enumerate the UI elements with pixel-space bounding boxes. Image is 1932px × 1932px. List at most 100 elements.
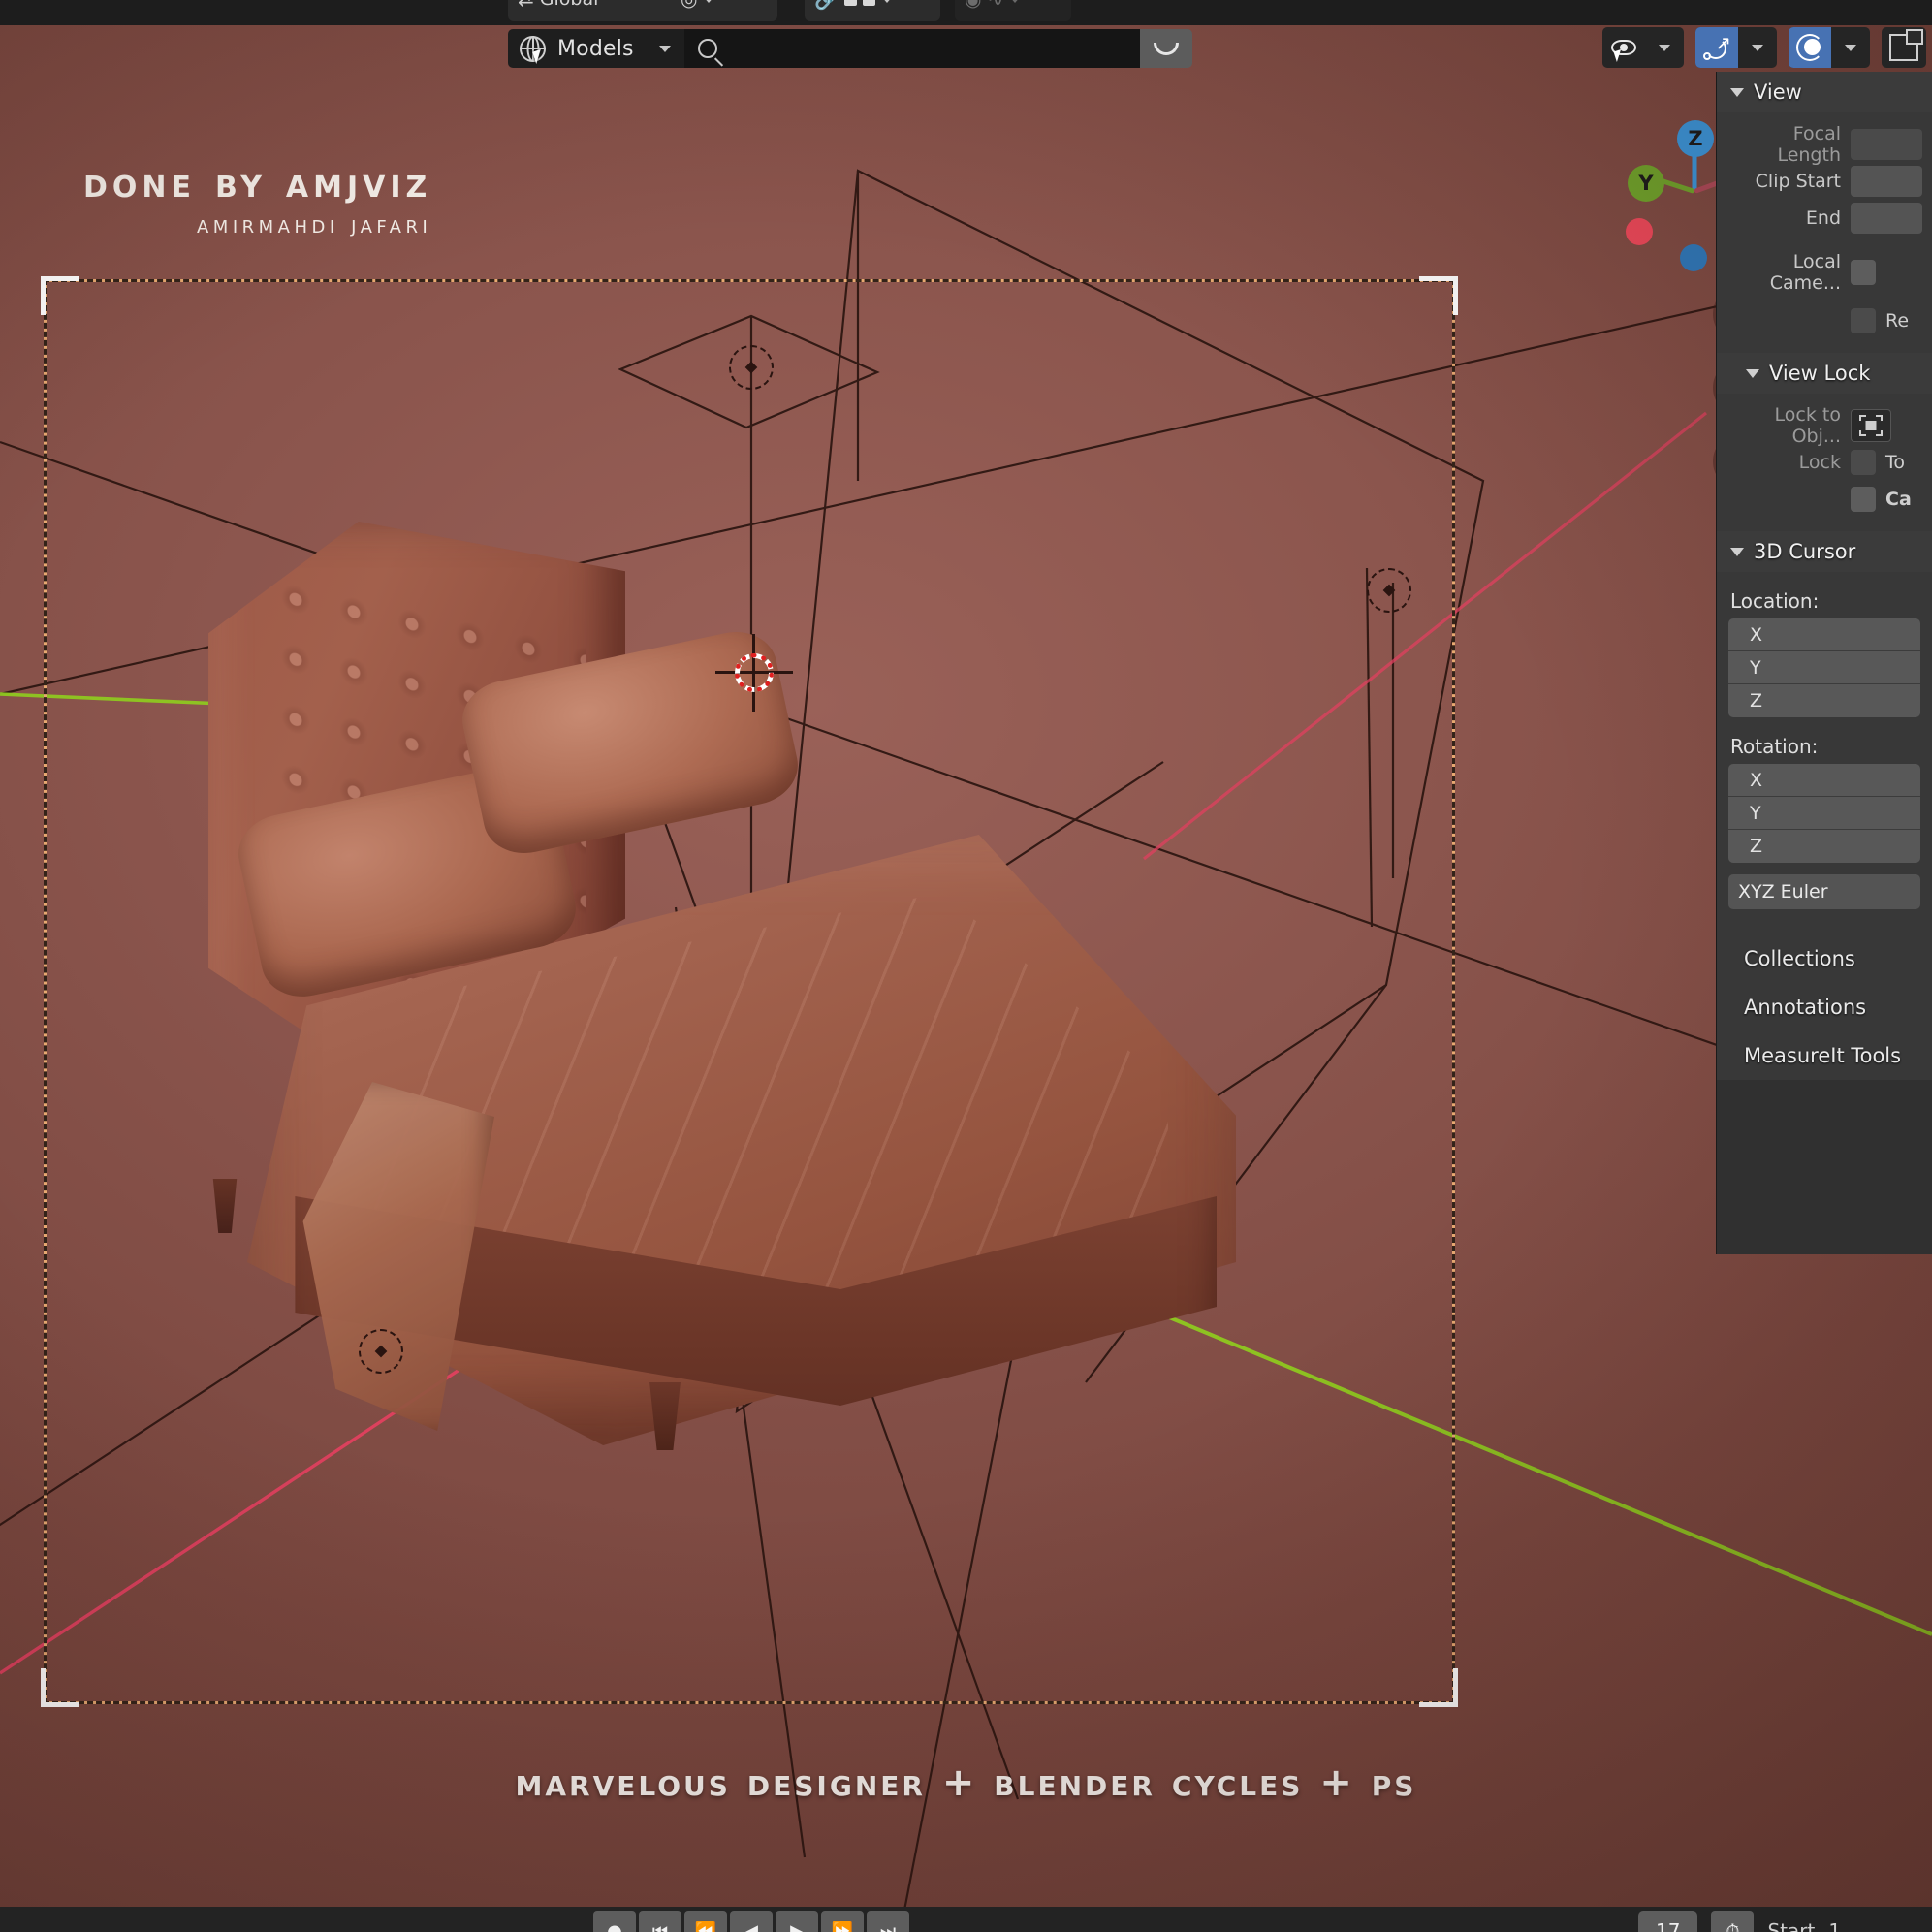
playback-controls[interactable]: ● ⏮ ⏪ ◀ ▶ ⏩ ⏭ — [593, 1911, 909, 1932]
field-clip-end[interactable] — [1851, 203, 1922, 234]
chevron-down-rounded-icon — [1154, 42, 1179, 55]
rotation-mode-dropdown[interactable]: XYZ Euler — [1728, 874, 1920, 909]
gizmo-toggle[interactable]: ↗ — [1695, 27, 1777, 68]
cursor-location-group[interactable]: X Y Z — [1728, 618, 1920, 717]
transform-orientation-label: Global — [540, 0, 599, 10]
proportional-editing-group[interactable]: ◉ ∿ — [955, 0, 1071, 21]
row-local-camera[interactable]: Local Came... — [1717, 251, 1932, 294]
chevron-down-icon[interactable] — [880, 0, 893, 3]
row-clip-start[interactable]: Clip Start — [1717, 163, 1932, 200]
asset-options-button[interactable] — [1140, 29, 1192, 68]
label-cursor-location: Location: — [1730, 589, 1820, 613]
asset-search-field[interactable] — [684, 29, 1140, 68]
3d-viewport[interactable]: Done By AmjViz Amirmahdi Jafari Marvelou… — [0, 25, 1932, 1907]
chevron-down-icon[interactable] — [1645, 27, 1684, 68]
search-input[interactable] — [727, 37, 1095, 60]
watermark-line2: Amirmahdi Jafari — [196, 210, 432, 238]
panel-header-measureit-tools[interactable]: MeasureIt Tools — [1717, 1031, 1932, 1080]
current-frame-field[interactable]: 17 — [1638, 1911, 1698, 1932]
panel-header-annotations[interactable]: Annotations — [1717, 983, 1932, 1031]
panel-title-measureit-tools: MeasureIt Tools — [1744, 1044, 1902, 1067]
visibility-toggle[interactable] — [1602, 27, 1684, 68]
chevron-down-icon[interactable] — [703, 0, 715, 3]
panel-title-collections: Collections — [1744, 947, 1855, 970]
camera-frame-selection[interactable] — [41, 276, 1458, 1707]
xray-toggle[interactable] — [1882, 27, 1926, 68]
next-keyframe-icon[interactable]: ⏩ — [821, 1911, 864, 1932]
checkbox-lock-to[interactable] — [1851, 450, 1876, 475]
checkbox-local-camera[interactable] — [1851, 260, 1876, 285]
play-reverse-icon[interactable]: ◀ — [730, 1911, 773, 1932]
chevron-down-icon[interactable] — [1009, 0, 1022, 3]
chevron-down-icon — [1730, 87, 1744, 97]
pivot-point-dropdown[interactable]: ◎ — [671, 0, 777, 21]
sidebar-n-panel[interactable]: View Focal Length Clip Start End Local C… — [1716, 72, 1932, 1254]
cursor-rotation-group[interactable]: X Y Z — [1728, 764, 1920, 863]
cursor-rotation-z[interactable]: Z — [1728, 830, 1920, 863]
gizmo-axis-neg-z[interactable] — [1680, 244, 1707, 271]
frame-and-range[interactable]: 17 ⏱ Start 1 — [1638, 1911, 1841, 1932]
snap-magnet-icon[interactable]: 🔗 — [814, 0, 839, 9]
snap-option-b-icon[interactable] — [862, 0, 875, 6]
proportional-edit-icon[interactable]: ◉ — [965, 0, 981, 9]
stopwatch-icon[interactable]: ⏱ — [1711, 1911, 1755, 1932]
field-focal-length[interactable] — [1851, 129, 1922, 160]
row-lock-to[interactable]: Lock To — [1717, 444, 1932, 481]
panel-header-view-lock[interactable]: View Lock — [1717, 353, 1932, 394]
header-right-toggles[interactable]: ↗ — [1602, 27, 1926, 68]
cursor-location-z[interactable]: Z — [1728, 684, 1920, 717]
search-icon — [698, 39, 717, 58]
cursor-rotation-x[interactable]: X — [1728, 764, 1920, 797]
checkbox-lock-camera[interactable] — [1851, 487, 1876, 512]
object-picker-icon[interactable] — [1851, 409, 1891, 442]
gizmo-axis-neg-x[interactable] — [1626, 218, 1653, 245]
panel-header-collections[interactable]: Collections — [1717, 934, 1932, 983]
label-clip-start: Clip Start — [1755, 171, 1841, 192]
panel-header-3d-cursor[interactable]: 3D Cursor — [1717, 531, 1932, 572]
chevron-down-icon[interactable] — [1738, 27, 1777, 68]
label-cursor-rotation: Rotation: — [1730, 735, 1819, 758]
label-clip-end: End — [1805, 207, 1841, 229]
asset-library-label: Models — [557, 36, 634, 61]
panel-header-view[interactable]: View — [1717, 72, 1932, 112]
cursor-location-y[interactable]: Y — [1728, 651, 1920, 684]
gizmo-axis-z[interactable]: Z — [1677, 120, 1714, 157]
row-lock-camera[interactable]: Ca — [1717, 481, 1932, 518]
label-lock-to-object: Lock to Obj... — [1774, 404, 1841, 447]
start-label: Start — [1767, 1919, 1816, 1932]
overlays-toggle[interactable] — [1789, 27, 1870, 68]
panel-title-annotations: Annotations — [1744, 996, 1867, 1019]
snap-option-a-icon[interactable] — [843, 0, 857, 6]
snap-magnet-icon[interactable]: ↗ — [1695, 27, 1738, 68]
orientation-icon: ⇄ — [518, 0, 534, 9]
cursor-location-x[interactable]: X — [1728, 618, 1920, 651]
cursor-rotation-y[interactable]: Y — [1728, 797, 1920, 830]
start-value[interactable]: 1 — [1828, 1919, 1841, 1932]
eye-visibility-icon[interactable] — [1602, 27, 1645, 68]
chevron-down-icon[interactable] — [659, 45, 671, 52]
row-focal-length[interactable]: Focal Length — [1717, 123, 1932, 166]
row-render-region[interactable]: Re — [1717, 302, 1932, 339]
falloff-curve-icon[interactable]: ∿ — [987, 0, 1003, 9]
jump-end-icon[interactable]: ⏭ — [867, 1911, 909, 1932]
timeline-header[interactable]: ● ⏮ ⏪ ◀ ▶ ⏩ ⏭ 17 ⏱ Start 1 — [0, 1907, 1932, 1932]
checkbox-render-region[interactable] — [1851, 308, 1876, 333]
prev-keyframe-icon[interactable]: ⏪ — [684, 1911, 727, 1932]
overlays-gizmo-icon[interactable] — [1889, 29, 1923, 61]
row-clip-end[interactable]: End — [1717, 200, 1932, 237]
asset-library-dropdown[interactable]: Models — [508, 29, 684, 68]
record-icon[interactable]: ● — [593, 1911, 636, 1932]
gizmo-label-y: Y — [1638, 172, 1654, 195]
globe-icon — [520, 35, 546, 64]
play-icon[interactable]: ▶ — [776, 1911, 818, 1932]
row-lock-to-object[interactable]: Lock to Obj... — [1717, 404, 1932, 447]
field-clip-start[interactable] — [1851, 166, 1922, 197]
label-render-region: Re — [1885, 310, 1910, 332]
gizmo-axis-y[interactable]: Y — [1628, 165, 1664, 202]
asset-library-bar[interactable]: Models — [508, 29, 1192, 68]
jump-start-icon[interactable]: ⏮ — [639, 1911, 681, 1932]
chevron-down-icon[interactable] — [1831, 27, 1870, 68]
snapping-group[interactable]: 🔗 — [805, 0, 940, 21]
proportional-editing-icon[interactable] — [1789, 27, 1831, 68]
viewport-header-toolbar[interactable]: ⇄ Global ◎ 🔗 ◉ ∿ — [0, 0, 1932, 25]
